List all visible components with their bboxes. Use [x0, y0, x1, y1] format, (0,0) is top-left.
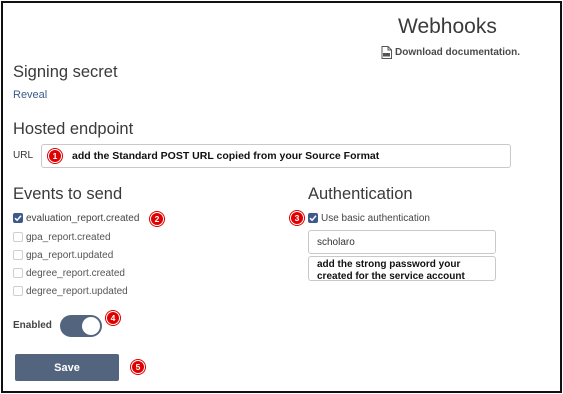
url-input-value: add the Standard POST URL copied from yo… [72, 150, 380, 162]
authentication-title: Authentication [308, 185, 413, 203]
event-gpa-report-updated[interactable]: gpa_report.updated [13, 249, 113, 261]
pdf-icon [381, 46, 392, 59]
enabled-label: Enabled [13, 320, 52, 331]
signing-secret-title: Signing secret [13, 63, 118, 81]
download-documentation-label: Download documentation. [395, 47, 520, 58]
event-label: gpa_report.created [26, 231, 111, 243]
username-value: scholaro [317, 236, 355, 248]
basic-auth-label: Use basic authentication [321, 212, 430, 224]
checkbox-icon[interactable] [13, 250, 23, 260]
event-label: gpa_report.updated [26, 249, 114, 261]
event-label: degree_report.updated [26, 285, 128, 297]
events-title: Events to send [13, 185, 123, 203]
download-documentation-link[interactable]: Download documentation. [381, 46, 520, 59]
enabled-toggle[interactable] [60, 315, 102, 337]
checkbox-icon[interactable] [13, 268, 23, 278]
badge-4: 4 [106, 311, 120, 325]
event-degree-report-created[interactable]: degree_report.created [13, 267, 125, 279]
url-label: URL [13, 150, 34, 161]
url-input[interactable]: add the Standard POST URL copied from yo… [41, 144, 511, 168]
password-input[interactable]: add the strong password your created for… [308, 256, 496, 282]
reveal-link[interactable]: Reveal [13, 89, 47, 101]
badge-3: 3 [290, 211, 304, 225]
event-gpa-report-created[interactable]: gpa_report.created [13, 231, 111, 243]
checkbox-icon[interactable] [13, 286, 23, 296]
event-degree-report-updated[interactable]: degree_report.updated [13, 285, 128, 297]
save-button[interactable]: Save [15, 354, 119, 381]
username-input[interactable]: scholaro [308, 230, 496, 254]
badge-2: 2 [150, 212, 164, 226]
toggle-knob [82, 317, 100, 335]
hosted-endpoint-title: Hosted endpoint [13, 120, 134, 138]
basic-auth-checkbox-row[interactable]: Use basic authentication [308, 212, 430, 224]
password-value: add the strong password your created for… [317, 259, 465, 282]
event-label: evaluation_report.created [26, 212, 140, 224]
badge-5: 5 [131, 360, 145, 374]
checkbox-icon[interactable] [13, 232, 23, 242]
checkbox-checked-icon[interactable] [13, 213, 23, 223]
webhooks-panel: Webhooks Download documentation. Signing… [1, 1, 562, 393]
event-evaluation-report-created[interactable]: evaluation_report.created [13, 212, 139, 224]
page-title: Webhooks [398, 15, 497, 38]
event-label: degree_report.created [26, 267, 125, 279]
badge-1: 1 [48, 149, 62, 163]
checkbox-checked-icon[interactable] [308, 213, 318, 223]
